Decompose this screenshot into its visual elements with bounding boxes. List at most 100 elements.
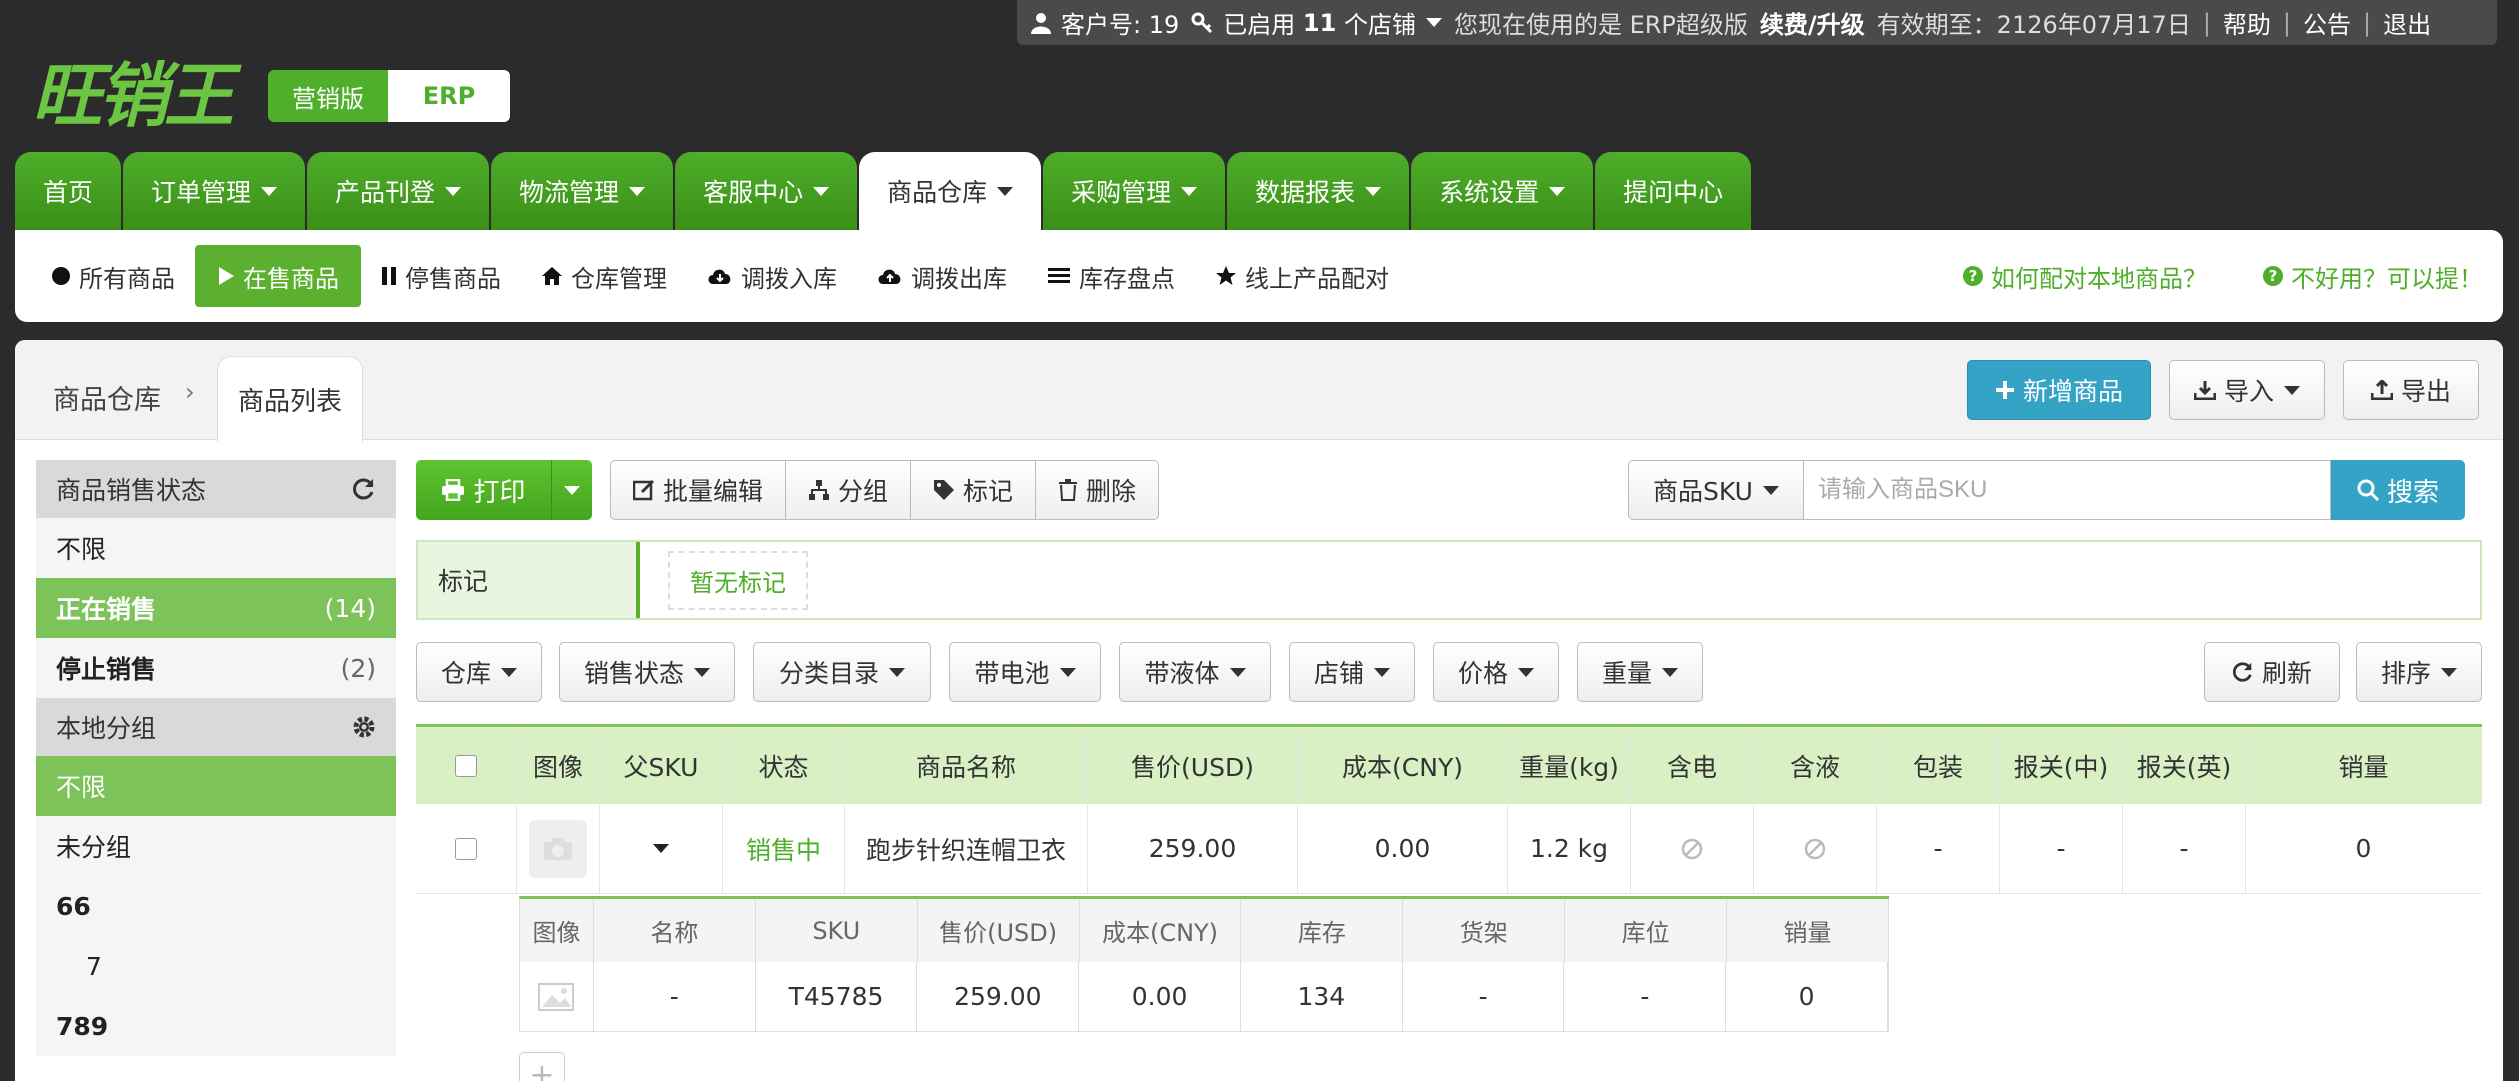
subnav-warehouse[interactable]: 仓库管理 <box>541 245 667 307</box>
status-item-all[interactable]: 不限 <box>36 518 396 578</box>
main-nav: 首页 订单管理 产品刊登 物流管理 客服中心 商品仓库 采购管理 数据报表 系统设置 提问中心 <box>15 152 1752 230</box>
column-header[interactable]: 状态 <box>723 727 845 804</box>
battery-cell <box>1631 804 1754 893</box>
variant-column-header: 名称 <box>594 899 756 962</box>
column-header[interactable]: 包装 <box>1877 727 2000 804</box>
subnav-all-products[interactable]: 所有商品 <box>51 245 175 307</box>
column-header[interactable]: 图像 <box>517 727 600 804</box>
column-header[interactable]: 商品名称 <box>845 727 1088 804</box>
column-header[interactable]: 销量 <box>2246 727 2481 804</box>
nav-tab-home[interactable]: 首页 <box>15 152 122 230</box>
search-input[interactable] <box>1804 460 2331 520</box>
notice-link[interactable]: 公告 <box>2303 5 2351 40</box>
import-button[interactable]: 导入 <box>2169 360 2325 420</box>
empty-mark-tag: 暂无标记 <box>668 550 808 610</box>
subnav-transfer-out[interactable]: 调拨出库 <box>877 245 1007 307</box>
filter-liquid[interactable]: 带液体 <box>1119 642 1271 702</box>
chevron-down-icon <box>1229 667 1246 677</box>
gear-icon[interactable] <box>352 715 376 739</box>
chevron-down-icon <box>501 667 517 677</box>
filter-shop[interactable]: 店铺 <box>1289 642 1415 702</box>
filter-category[interactable]: 分类目录 <box>753 642 931 702</box>
marketing-version-button[interactable]: 营销版 <box>268 70 388 122</box>
feedback-link[interactable]: ? 不好用？可以提！ <box>2263 259 2483 294</box>
delete-button[interactable]: 删除 <box>1036 461 1158 519</box>
add-product-button[interactable]: 新增商品 <box>1967 360 2151 420</box>
group-item-all[interactable]: 不限 <box>36 756 396 816</box>
chevron-down-icon <box>1374 667 1390 677</box>
logout-link[interactable]: 退出 <box>2383 5 2431 40</box>
filter-weight[interactable]: 重量 <box>1577 642 1703 702</box>
sort-button[interactable]: 排序 <box>2356 642 2482 702</box>
row-checkbox[interactable] <box>455 837 477 860</box>
group-item[interactable]: 66 <box>36 876 396 936</box>
print-dropdown-toggle[interactable] <box>552 460 592 520</box>
filter-sale-status[interactable]: 销售状态 <box>559 642 735 702</box>
column-header[interactable]: 成本(CNY) <box>1298 727 1508 804</box>
mark-button[interactable]: 标记 <box>911 461 1037 519</box>
shop-dropdown[interactable]: 已启用 11 个店铺 <box>1191 5 1442 40</box>
subnav-transfer-in[interactable]: 调拨入库 <box>707 245 837 307</box>
user-icon <box>1031 12 1051 34</box>
variant-column-header: 图像 <box>520 899 594 962</box>
column-header[interactable]: 父SKU <box>600 727 723 804</box>
nav-tab-service[interactable]: 客服中心 <box>675 152 858 230</box>
search-field-select[interactable]: 商品SKU <box>1628 460 1804 520</box>
subnav-stocktake[interactable]: 库存盘点 <box>1047 245 1175 307</box>
customer-id: 客户号: 19 <box>1031 5 1179 40</box>
subnav-on-sale[interactable]: 在售商品 <box>195 245 361 307</box>
nav-tab-orders[interactable]: 订单管理 <box>123 152 306 230</box>
filter-battery[interactable]: 带电池 <box>949 642 1101 702</box>
status-item-selling[interactable]: 正在销售 (14) <box>36 578 396 638</box>
chevron-down-icon <box>564 485 580 495</box>
group-item[interactable]: 789 <box>36 996 396 1056</box>
search-button[interactable]: 搜索 <box>2331 460 2465 520</box>
column-header[interactable]: 报关(英) <box>2123 727 2246 804</box>
group-item[interactable]: 7 <box>36 936 396 996</box>
add-variant-icon[interactable]: + <box>519 1052 565 1081</box>
group-item-ungrouped[interactable]: 未分组 <box>36 816 396 876</box>
product-name-cell[interactable]: 跑步针织连帽卫衣 <box>845 804 1088 893</box>
variant-column-header: 售价(USD) <box>918 899 1080 962</box>
filter-warehouse[interactable]: 仓库 <box>416 642 542 702</box>
help-link[interactable]: 帮助 <box>2223 5 2271 40</box>
column-header[interactable]: 售价(USD) <box>1088 727 1298 804</box>
nav-tab-logistics[interactable]: 物流管理 <box>491 152 674 230</box>
nav-tab-questions[interactable]: 提问中心 <box>1595 152 1752 230</box>
image-cell <box>517 804 600 893</box>
tab-product-list[interactable]: 商品列表 <box>217 356 363 442</box>
subnav-online-pairing[interactable]: 线上产品配对 <box>1215 245 1389 307</box>
nav-tab-reports[interactable]: 数据报表 <box>1227 152 1410 230</box>
refresh-icon <box>2232 662 2252 682</box>
breadcrumb-parent[interactable]: 商品仓库 <box>53 378 161 417</box>
declaration-cn-cell: - <box>2000 804 2123 893</box>
column-header[interactable]: 报关(中) <box>2000 727 2123 804</box>
refresh-icon[interactable] <box>352 477 376 501</box>
brand-logo[interactable]: 旺销王 <box>32 40 234 141</box>
erp-version-button[interactable]: ERP <box>388 70 510 122</box>
variant-row[interactable]: - T45785 259.00 0.00 134 - - 0 <box>519 962 1889 1032</box>
help-links: ? 如何配对本地商品？ ? 不好用？可以提！ <box>1907 230 2483 322</box>
column-header[interactable]: 重量(kg) <box>1508 727 1631 804</box>
nav-tab-purchase[interactable]: 采购管理 <box>1043 152 1226 230</box>
nav-tab-listing[interactable]: 产品刊登 <box>307 152 490 230</box>
group-button[interactable]: 分组 <box>786 461 912 519</box>
cost-cell: 0.00 <box>1298 804 1508 893</box>
subnav-stopped[interactable]: 停售商品 <box>381 245 501 307</box>
image-placeholder-icon[interactable] <box>529 819 587 878</box>
select-all-checkbox[interactable] <box>455 754 477 777</box>
batch-edit-button[interactable]: 批量编辑 <box>611 461 787 519</box>
table-row[interactable]: 销售中 跑步针织连帽卫衣 259.00 0.00 1.2 kg - - - 0 <box>416 804 2482 894</box>
column-header[interactable]: 含电 <box>1631 727 1754 804</box>
refresh-button[interactable]: 刷新 <box>2204 642 2340 702</box>
print-button[interactable]: 打印 <box>416 460 552 520</box>
nav-tab-settings[interactable]: 系统设置 <box>1411 152 1594 230</box>
pairing-help-link[interactable]: ? 如何配对本地商品？ <box>1963 259 2207 294</box>
status-item-stopped[interactable]: 停止销售 (2) <box>36 638 396 698</box>
filter-price[interactable]: 价格 <box>1433 642 1559 702</box>
export-button[interactable]: 导出 <box>2343 360 2479 420</box>
column-header[interactable]: 含液 <box>1754 727 1877 804</box>
renew-link[interactable]: 续费/升级 <box>1760 5 1865 40</box>
nav-tab-warehouse[interactable]: 商品仓库 <box>859 152 1042 230</box>
expand-toggle[interactable] <box>600 804 723 893</box>
